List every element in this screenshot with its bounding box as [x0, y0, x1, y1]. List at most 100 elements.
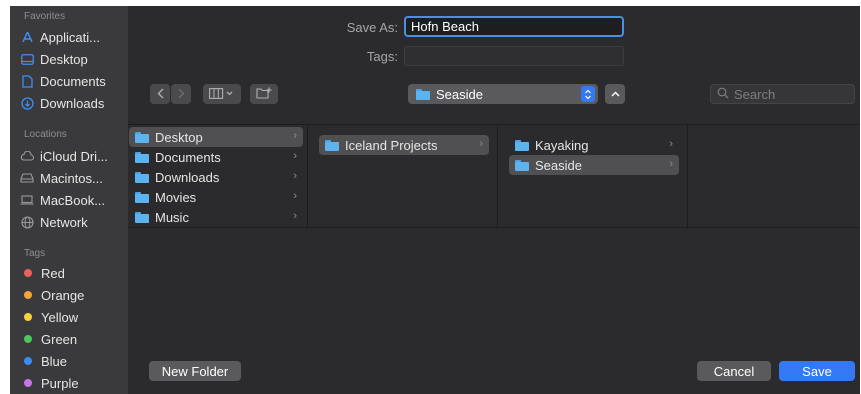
- column-row-seaside[interactable]: Seaside ›: [509, 155, 679, 175]
- save-as-input[interactable]: [404, 16, 624, 37]
- column-4: [688, 125, 860, 229]
- sidebar-header-locations: Locations: [24, 129, 67, 140]
- sidebar-item-label: MacBook...: [40, 192, 106, 208]
- sidebar-item-network[interactable]: Network: [20, 211, 124, 233]
- columns-view-icon: [209, 87, 235, 102]
- folder-icon: [135, 211, 149, 223]
- sidebar-tag-orange[interactable]: Orange: [20, 284, 124, 306]
- sidebar-tag-red[interactable]: Red: [20, 262, 124, 284]
- sidebar-item-label: Network: [40, 214, 88, 230]
- chevron-right-icon: ›: [293, 170, 297, 182]
- column-row-kayaking[interactable]: Kayaking ›: [509, 135, 679, 155]
- row-label: Downloads: [155, 169, 220, 185]
- sidebar-item-label: Red: [41, 265, 65, 281]
- green-tag-icon: [24, 335, 32, 343]
- purple-tag-icon: [24, 379, 32, 387]
- cancel-button[interactable]: Cancel: [697, 361, 771, 381]
- disk-icon: [20, 171, 34, 185]
- row-label: Desktop: [155, 129, 203, 145]
- chevron-right-icon: ›: [479, 138, 483, 150]
- new-folder-button[interactable]: New Folder: [149, 361, 241, 381]
- chevron-right-icon: ›: [669, 158, 673, 170]
- sidebar-item-label: Macintos...: [40, 170, 103, 186]
- save-as-label: Save As:: [346, 20, 398, 35]
- yellow-tag-icon: [24, 313, 32, 321]
- sidebar-header-tags: Tags: [24, 248, 46, 259]
- row-label: Music: [155, 209, 189, 225]
- sidebar-item-icloud-drive[interactable]: iCloud Dri...: [20, 145, 124, 167]
- sidebar-item-applications[interactable]: Applicati...: [20, 26, 124, 48]
- chevron-right-icon: ›: [293, 130, 297, 142]
- row-label: Movies: [155, 189, 197, 205]
- column-row-movies[interactable]: Movies ›: [129, 187, 303, 207]
- sidebar-tag-blue[interactable]: Blue: [20, 350, 124, 372]
- sidebar-item-macbook[interactable]: MacBook...: [20, 189, 124, 211]
- row-label: Iceland Projects: [345, 137, 438, 153]
- tags-input[interactable]: [404, 46, 624, 66]
- sidebar-item-label: Desktop: [40, 51, 88, 67]
- sidebar-item-label: Documents: [40, 73, 106, 89]
- folder-icon: [515, 159, 529, 171]
- chevron-right-icon: ›: [293, 150, 297, 162]
- folder-icon: [515, 139, 529, 151]
- location-popup[interactable]: Seaside: [408, 84, 598, 104]
- applications-icon: [20, 30, 34, 44]
- sidebar-header-favorites: Favorites: [24, 11, 66, 22]
- column-1: Desktop › Documents › Downloads › Movies…: [128, 125, 308, 229]
- sidebar-item-label: Green: [41, 331, 78, 347]
- sidebar-item-label: Blue: [41, 353, 68, 369]
- folder-icon: [135, 191, 149, 203]
- chevron-right-icon: [178, 87, 185, 102]
- sidebar-tag-yellow[interactable]: Yellow: [20, 306, 124, 328]
- sidebar-item-label: Yellow: [41, 309, 79, 325]
- tags-label: Tags:: [366, 49, 398, 64]
- search-placeholder: Search: [734, 86, 776, 102]
- row-label: Documents: [155, 149, 221, 165]
- column-row-documents[interactable]: Documents ›: [129, 147, 303, 167]
- cloud-icon: [20, 149, 34, 163]
- chevron-up-icon: [611, 89, 620, 99]
- row-label: Seaside: [535, 157, 582, 173]
- sidebar-item-label: Downloads: [40, 95, 105, 111]
- search-icon: [717, 87, 729, 102]
- column-row-iceland-projects[interactable]: Iceland Projects ›: [319, 135, 489, 155]
- sidebar-item-label: Purple: [41, 375, 79, 391]
- column-3: Kayaking › Seaside ›: [498, 125, 688, 229]
- view-mode-button[interactable]: [203, 84, 241, 104]
- collapse-button[interactable]: [605, 84, 625, 104]
- laptop-icon: [20, 193, 34, 207]
- sidebar-item-macintosh-hd[interactable]: Macintos...: [20, 167, 124, 189]
- column-row-desktop[interactable]: Desktop ›: [129, 127, 303, 147]
- search-field[interactable]: Search: [710, 84, 855, 104]
- sidebar-item-desktop[interactable]: Desktop: [20, 48, 124, 70]
- chevron-right-icon: ›: [669, 138, 673, 150]
- sidebar-item-label: iCloud Dri...: [40, 148, 108, 164]
- forward-button[interactable]: [171, 84, 191, 104]
- sidebar: Favorites Applicati... Desktop Documents…: [10, 6, 128, 394]
- column-browser: Desktop › Documents › Downloads › Movies…: [128, 124, 860, 229]
- new-folder-icon: [256, 87, 272, 102]
- column-2: Iceland Projects ›: [308, 125, 498, 229]
- desktop-icon: [20, 52, 34, 66]
- new-folder-toolbar-button[interactable]: [250, 84, 278, 104]
- back-button[interactable]: [150, 84, 170, 104]
- column-row-downloads[interactable]: Downloads ›: [129, 167, 303, 187]
- sidebar-tag-purple[interactable]: Purple: [20, 372, 124, 394]
- blue-tag-icon: [24, 357, 32, 365]
- red-tag-icon: [24, 269, 32, 277]
- sidebar-tag-green[interactable]: Green: [20, 328, 124, 350]
- folder-icon: [135, 171, 149, 183]
- document-icon: [20, 74, 34, 88]
- save-button[interactable]: Save: [779, 361, 855, 381]
- sidebar-item-label: Orange: [41, 287, 85, 303]
- sidebar-item-downloads[interactable]: Downloads: [20, 92, 124, 114]
- location-popup-label: Seaside: [436, 86, 483, 102]
- sidebar-item-documents[interactable]: Documents: [20, 70, 124, 92]
- column-row-music[interactable]: Music ›: [129, 207, 303, 227]
- orange-tag-icon: [24, 291, 32, 299]
- save-dialog: Favorites Applicati... Desktop Documents…: [10, 6, 860, 394]
- folder-icon: [325, 139, 339, 151]
- chevron-left-icon: [157, 87, 164, 102]
- popup-stepper-icon: [581, 86, 595, 102]
- folder-icon: [135, 131, 149, 143]
